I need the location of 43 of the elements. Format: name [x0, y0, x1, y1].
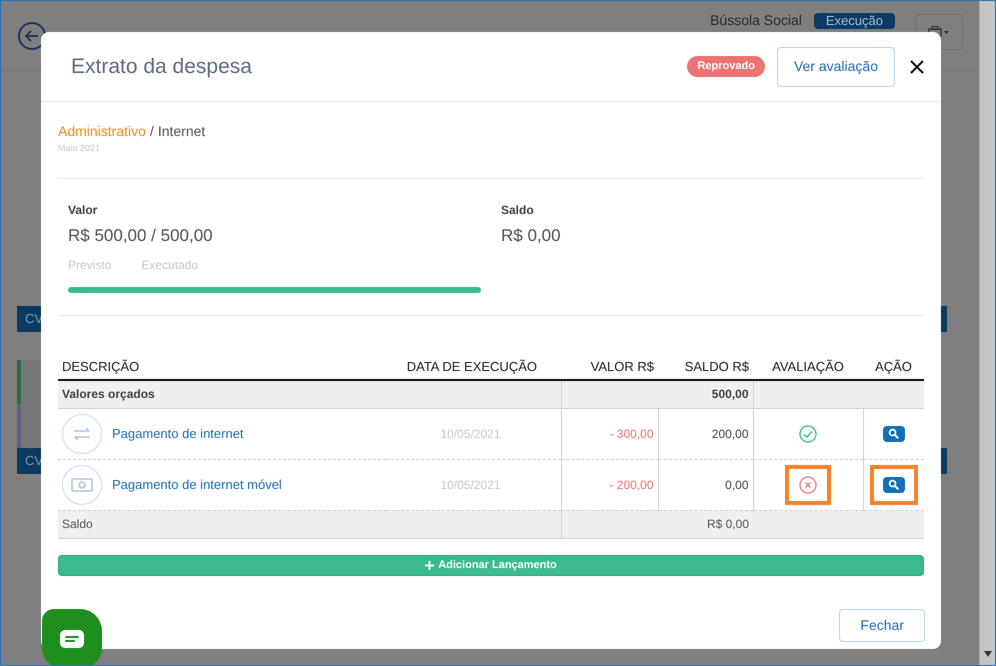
column-header: DESCRIÇÃO: [58, 354, 386, 380]
column-header: VALOR R$: [561, 354, 658, 380]
balance-label: Saldo: [501, 202, 535, 218]
scroll-down-icon[interactable]: [984, 651, 992, 657]
chat-icon: [60, 630, 84, 648]
view-evaluation-button[interactable]: Ver avaliação: [776, 46, 895, 86]
modal-title: Extrato da despesa: [71, 54, 253, 80]
period-text: Maio 2021: [58, 142, 102, 155]
close-modal-button[interactable]: Fechar: [839, 608, 925, 642]
org-name: Bússola Social: [710, 11, 802, 30]
view-entry-button[interactable]: [882, 426, 905, 442]
table-cell: 500,00: [561, 380, 753, 408]
close-icon: [910, 60, 924, 74]
column-header: SALDO R$: [658, 354, 753, 380]
column-header: AVALIAÇÃO: [753, 354, 863, 380]
status-badge: Execução: [814, 12, 895, 28]
table-cell: 10/05/2021: [386, 459, 561, 510]
search-icon: [888, 479, 900, 490]
table-cell: Saldo: [58, 510, 561, 538]
value-label: Valor: [68, 202, 98, 218]
entry-description[interactable]: Pagamento de internet: [112, 424, 244, 444]
breadcrumb-separator: /: [150, 123, 154, 139]
entry-description[interactable]: Pagamento de internet móvel: [112, 474, 282, 494]
banknote-icon: [71, 478, 93, 492]
subcategory-text: Internet: [158, 123, 206, 139]
legend-label: Executado: [141, 257, 198, 274]
column-header: DATA DE EXECUÇÃO: [386, 354, 561, 380]
table-cell: 200,00: [658, 408, 753, 459]
table-cell: R$ 0,00: [561, 510, 753, 538]
column-header: AÇÃO: [863, 354, 924, 380]
legend-label: Previsto: [68, 257, 112, 274]
view-entry-button[interactable]: [882, 476, 905, 492]
chat-button[interactable]: [42, 609, 102, 665]
table-cell: 10/05/2021: [386, 408, 561, 459]
scrollbar[interactable]: [979, 1, 995, 665]
value-amount: R$ 500,00 / 500,00: [68, 224, 214, 246]
transfer-arrows-icon: [72, 426, 92, 440]
table-cell: - 300,00: [561, 408, 658, 459]
status-badge: Reprovado: [687, 56, 765, 77]
search-icon: [888, 428, 900, 439]
balance-amount: R$ 0,00: [501, 224, 561, 246]
table-cell: Valores orçados: [58, 380, 561, 408]
plus-icon: [425, 560, 434, 570]
